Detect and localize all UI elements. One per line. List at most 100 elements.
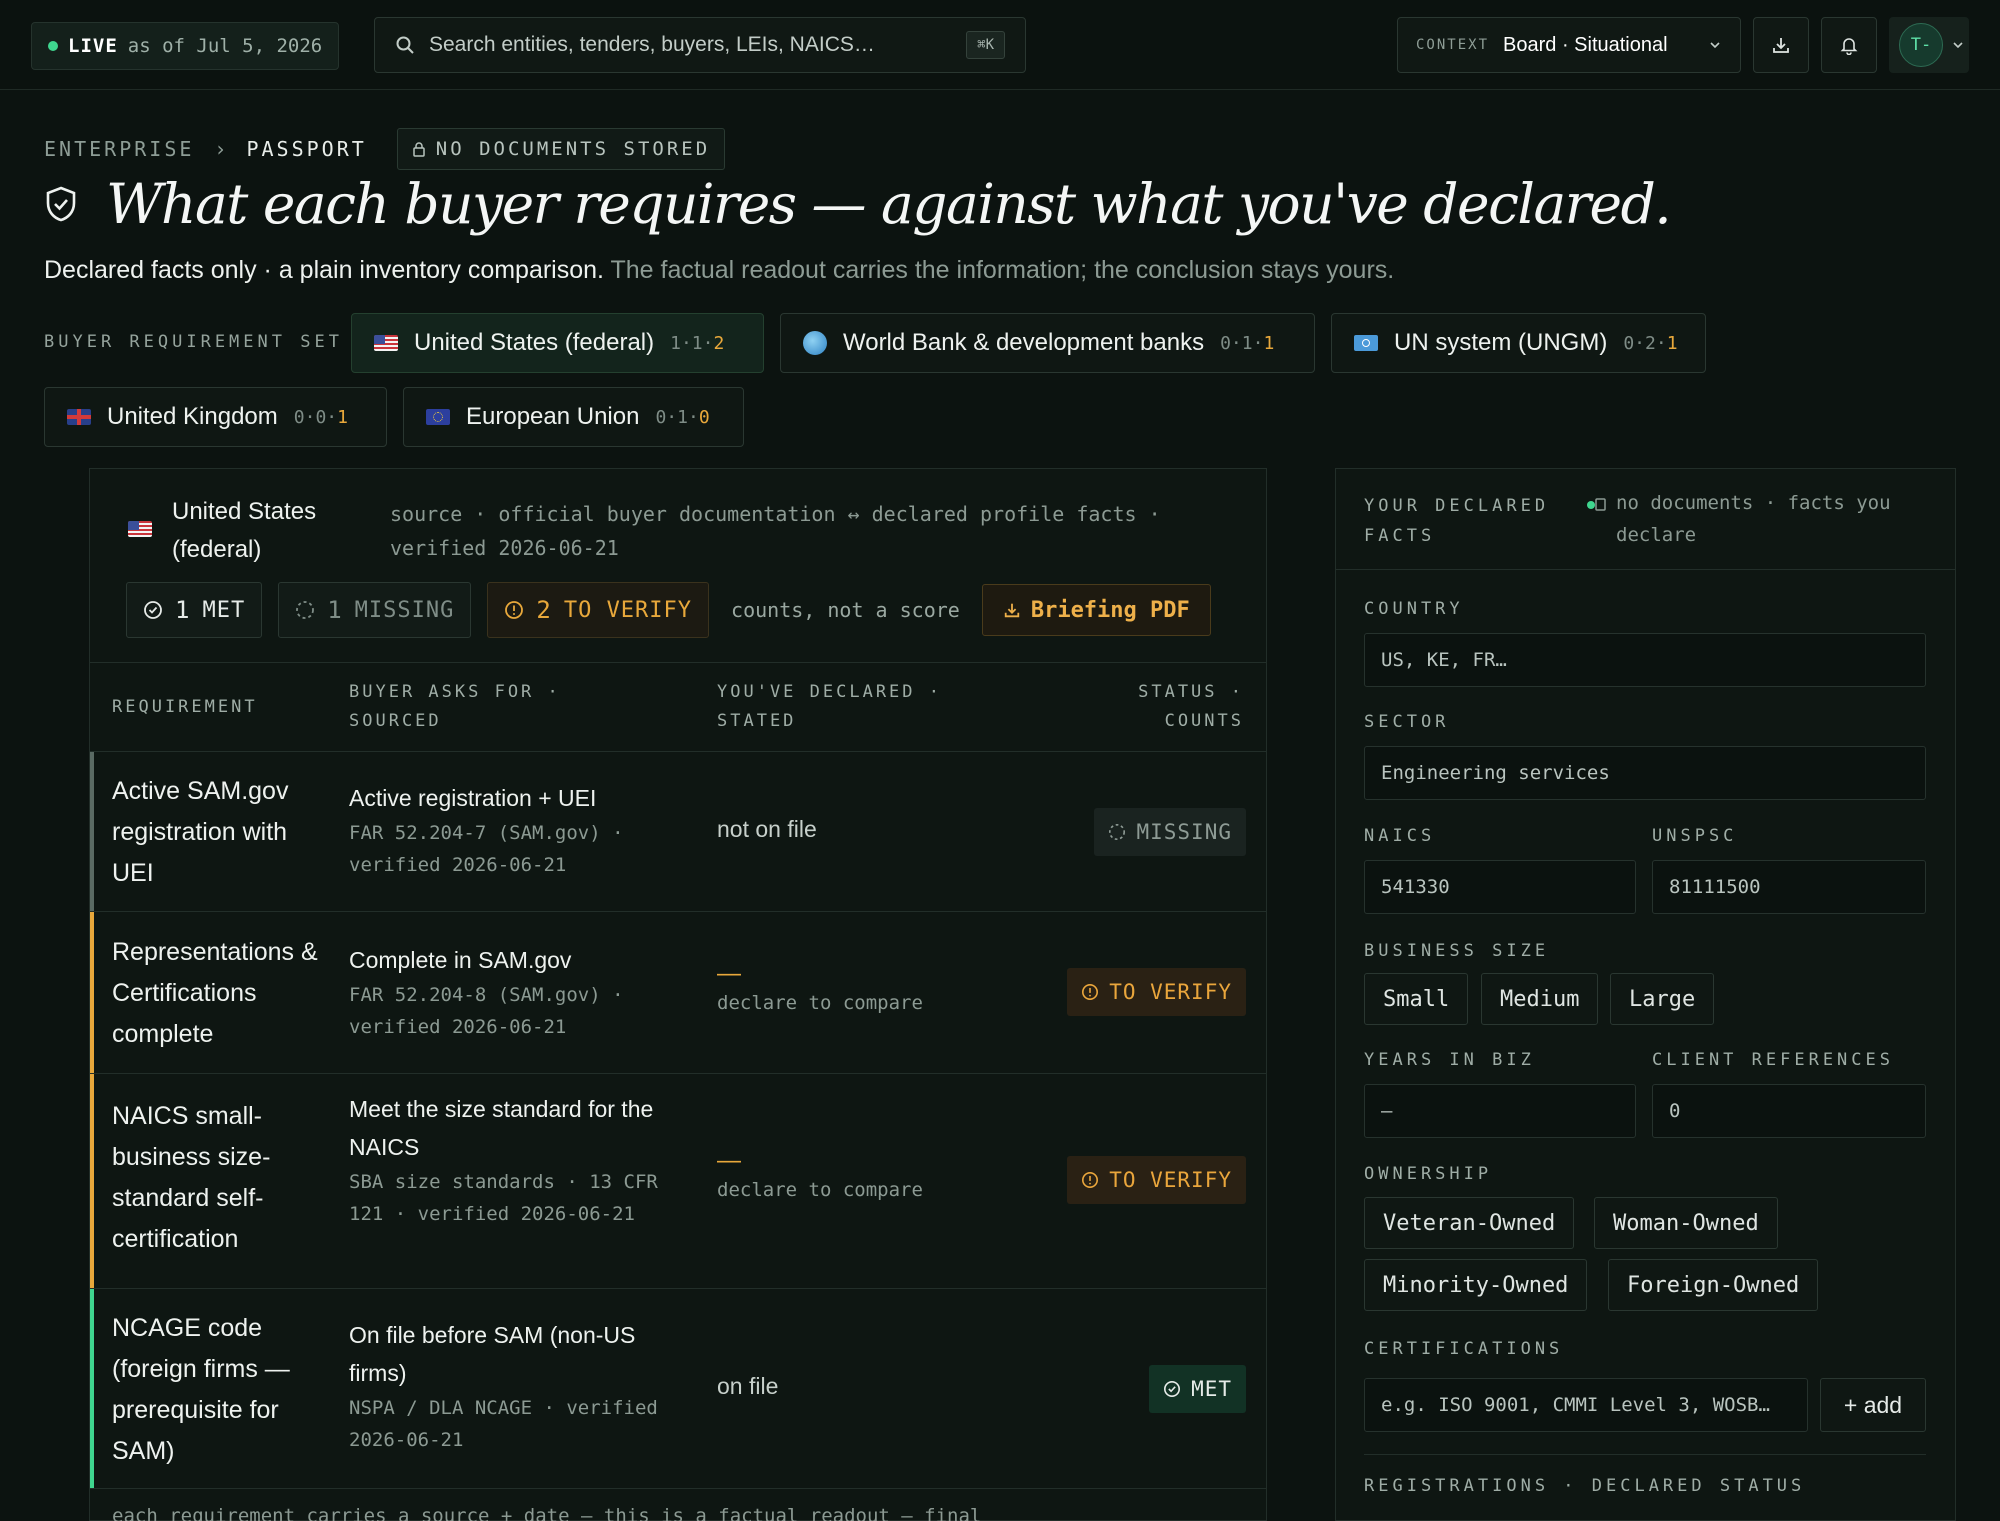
ownership-minority-toggle[interactable]: Minority-Owned [1364,1259,1588,1311]
col-declared: YOU'VE DECLARED · STATED [717,682,942,731]
naics-field[interactable]: 541330 [1364,860,1636,914]
divider [1364,1454,1926,1455]
row-buyer-asks: Active registration + UEI FAR 52.204-7 (… [349,779,669,881]
row-ask-text: Active registration + UEI [349,785,597,811]
add-certification-button[interactable]: + add [1820,1378,1926,1432]
briefing-pdf-button[interactable]: Briefing PDF [981,584,1211,636]
row-requirement: NCAGE code (foreign firms — prerequisite… [112,1314,290,1465]
dashed-circle-icon [1109,823,1126,841]
breadcrumb: ENTERPRISE › PASSPORT NO DOCUMENTS STORE… [44,128,726,170]
shield-icon [46,186,76,222]
detail-country: United States (federal) [172,498,317,563]
table-row[interactable]: Representations & Certifications complet… [90,912,1266,1074]
chip-world-bank[interactable]: World Bank & development banks 0·1·1 [780,313,1315,373]
chip-count: 0·1·0 [655,406,710,428]
table-row[interactable]: NAICS small-business size-standard self-… [90,1074,1266,1289]
chip-label: European Union [466,403,640,430]
chip-count: 1·1·2 [670,332,725,354]
chip-label: United Kingdom [107,403,278,430]
col-status: STATUS · COUNTS [1138,682,1244,731]
certifications-label: CERTIFICATIONS [1364,1339,1564,1359]
check-circle-icon [1164,1380,1181,1398]
chip-united-states[interactable]: United States (federal) 1·1·2 [351,313,764,373]
row-ask-text: Complete in SAM.gov [349,947,572,973]
size-large-toggle[interactable]: Large [1610,973,1715,1025]
table-row[interactable]: Active SAM.gov registration with UEI Act… [90,752,1266,912]
us-flag-icon [374,335,398,351]
chip-un-system[interactable]: UN system (UNGM) 0·2·1 [1331,313,1706,373]
chip-label: UN system (UNGM) [1394,329,1608,356]
naics-label: NAICS [1364,826,1436,846]
size-small-toggle[interactable]: Small [1364,973,1469,1025]
chip-count: 0·0·1 [293,406,348,428]
country-label: COUNTRY [1364,599,1464,619]
subtitle-strong: Declared facts only · a plain inventory … [44,256,604,284]
status-badge: MISSING [1094,808,1246,856]
us-flag-icon [128,521,152,537]
breadcrumb-enterprise[interactable]: ENTERPRISE [44,137,194,161]
download-button[interactable] [1753,17,1809,73]
chip-label: United States (federal) [414,329,655,356]
page-header: What each buyer requires — against what … [44,172,1672,236]
download-icon [1773,38,1789,53]
chip-count: 0·1·1 [1220,332,1275,354]
declared-facts-title: YOUR DECLARED FACTS [1364,496,1550,546]
no-documents-label: NO DOCUMENTS STORED [435,138,711,160]
row-declared: not on file [717,816,817,842]
row-declared-hint: declare to compare [717,992,923,1014]
row-declared: — declare to compare [717,1147,923,1201]
ownership-veteran-toggle[interactable]: Veteran-Owned [1364,1197,1575,1249]
alert-circle-icon [1082,983,1099,1001]
country-field[interactable]: US, KE, FR… [1364,633,1926,687]
ownership-label: OWNERSHIP [1364,1164,1493,1184]
client-references-field[interactable]: 0 [1652,1084,1926,1138]
col-buyer-asks: BUYER ASKS FOR · SOURCED [349,682,561,731]
search-placeholder[interactable]: Search entities, tenders, buyers, LEIs, … [429,33,966,57]
years-field[interactable]: – [1364,1084,1636,1138]
row-ask-source: SBA size standards · 13 CFR 121 · verifi… [349,1171,658,1225]
col-requirement: REQUIREMENT [112,697,258,717]
lock-icon [413,142,425,157]
row-ask-source: FAR 52.204-8 (SAM.gov) · verified 2026-0… [349,984,624,1038]
counts-note: counts, not a score [731,598,960,622]
row-declared-value: — [717,960,741,987]
row-requirement: Representations & Certifications complet… [112,938,318,1048]
global-search[interactable]: Search entities, tenders, buyers, LEIs, … [374,17,1026,73]
context-selector[interactable]: CONTEXT Board · Situational [1397,17,1741,73]
notifications-button[interactable] [1821,17,1877,73]
context-value: Board · Situational [1503,33,1668,56]
declared-facts-header: YOUR DECLARED FACTS no documents · facts… [1336,469,1955,570]
eu-flag-icon [426,409,450,425]
met-count-badge: 1 MET [126,582,263,638]
row-declared: — declare to compare [717,960,923,1014]
certifications-field[interactable]: e.g. ISO 9001, CMMI Level 3, WOSB… [1364,1378,1808,1432]
uk-flag-icon [67,409,91,425]
table-row[interactable]: NCAGE code (foreign firms — prerequisite… [90,1289,1266,1489]
requirements-panel: United States (federal) source · officia… [89,468,1267,1521]
breadcrumb-passport: PASSPORT [246,137,367,161]
size-medium-toggle[interactable]: Medium [1481,973,1599,1025]
ownership-foreign-toggle[interactable]: Foreign-Owned [1608,1259,1819,1311]
breadcrumb-separator: › [214,137,227,161]
avatar[interactable]: T- [1899,23,1943,67]
row-ask-source: NSPA / DLA NCAGE · verified 2026-06-21 [349,1397,658,1451]
row-ask-text: On file before SAM (non-US firms) [349,1322,636,1386]
chip-label: World Bank & development banks [843,329,1205,356]
live-status: LIVE as of Jul 5, 2026 [31,22,340,70]
search-shortcut: ⌘K [966,31,1005,59]
row-accent [90,912,94,1073]
missing-count-badge: 1 MISSING [278,582,472,638]
verify-count-badge: 2 TO VERIFY [487,582,710,638]
row-ask-source: FAR 52.204-7 (SAM.gov) · verified 2026-0… [349,822,624,876]
status-badge: TO VERIFY [1067,968,1246,1016]
chip-european-union[interactable]: European Union 0·1·0 [403,387,744,447]
status-badge: MET [1149,1365,1246,1413]
declared-facts-panel: YOUR DECLARED FACTS no documents · facts… [1335,468,1956,1521]
sector-field[interactable]: Engineering services [1364,746,1926,800]
subtitle-rest: The factual readout carries the informat… [604,256,1395,284]
unspsc-field[interactable]: 81111500 [1652,860,1926,914]
ownership-woman-toggle[interactable]: Woman-Owned [1594,1197,1778,1249]
chip-count: 0·2·1 [1623,332,1678,354]
chip-united-kingdom[interactable]: United Kingdom 0·0·1 [44,387,387,447]
user-menu[interactable]: T- [1889,17,1969,73]
